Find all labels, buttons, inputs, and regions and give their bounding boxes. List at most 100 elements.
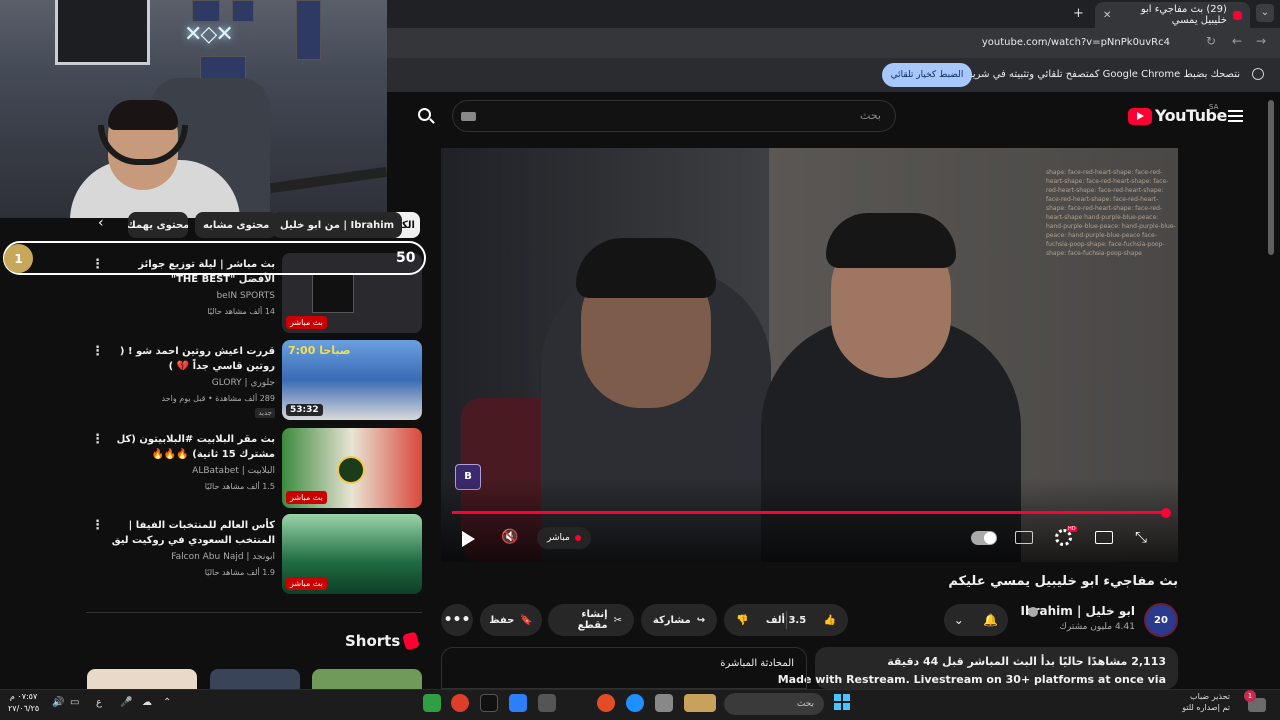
verified-icon <box>1028 607 1038 617</box>
save-button[interactable]: 🔖 حفظ <box>480 604 542 636</box>
video-meta: 1.5 ألف مشاهد حاليًا <box>204 482 275 491</box>
reload-icon[interactable]: ↻ <box>1206 34 1216 48</box>
volume-icon[interactable]: 🔊 <box>52 697 64 708</box>
channel-name[interactable]: البلابيت | ALBatabet <box>192 466 275 476</box>
taskbar-search[interactable]: بحث <box>724 693 824 715</box>
autoplay-toggle[interactable] <box>971 531 997 545</box>
forward-icon[interactable]: ← <box>1232 34 1242 48</box>
edge-icon[interactable] <box>626 694 644 712</box>
video-title[interactable]: قررت اعيش روتين احمد شو ! ( روتين قاسي ج… <box>110 344 275 374</box>
mute-icon[interactable]: 🔇 <box>501 529 518 545</box>
channel-name[interactable]: جلوري | GLORY <box>212 378 275 388</box>
video-title[interactable]: كأس العالم للمنتخبات الفيفا | المنتخب ال… <box>110 518 275 548</box>
video-title[interactable]: بث مقر البلابيت #البلابيتون (كل مشترك 15… <box>110 432 275 462</box>
play-icon[interactable] <box>462 531 475 547</box>
mic-icon[interactable]: 🎤 <box>120 697 132 708</box>
game-thumbnail-icon[interactable] <box>684 694 716 712</box>
more-vert-icon[interactable]: ⋮ <box>91 518 104 533</box>
new-tab-button[interactable]: + <box>1073 6 1084 21</box>
taskbar-app-icon[interactable] <box>509 694 527 712</box>
person-right-hair <box>826 213 956 268</box>
more-vert-icon[interactable]: ⋮ <box>91 432 104 447</box>
list-item[interactable]: بث مباشر كأس العالم للمنتخبات الفيفا | ا… <box>85 514 425 596</box>
share-button[interactable]: ↪ مشاركة <box>641 604 717 636</box>
hd-badge: HD <box>1067 526 1077 532</box>
live-label: مباشر <box>547 533 570 543</box>
theater-mode-icon[interactable] <box>1095 531 1113 544</box>
tiktok-icon[interactable] <box>480 694 498 712</box>
chip-related[interactable]: محتوى مشابه <box>195 212 278 238</box>
channel-avatar[interactable]: 20 <box>1144 603 1178 637</box>
chevron-up-icon[interactable]: ⌃ <box>163 697 171 708</box>
notify-sub: تم إصداره للتو <box>1182 703 1230 712</box>
live-badge: بث مباشر <box>286 316 327 329</box>
webcam-overlay: ✕◇✕ <box>0 0 387 218</box>
video-meta: 14 ألف مشاهد حاليًا <box>207 307 275 316</box>
subtitles-icon[interactable] <box>1015 531 1033 544</box>
youtube-favicon-icon <box>1232 10 1242 20</box>
subscribed-button[interactable]: ⌄ 🔔 <box>944 604 1008 636</box>
tab-search-button[interactable]: ⌄ <box>1256 4 1274 22</box>
windows-start-icon[interactable] <box>834 694 850 710</box>
dislike-icon[interactable]: 👎 <box>736 615 748 626</box>
video-meta: 289 ألف مشاهدة • قبل يوم واحد <box>161 394 275 403</box>
taskbar-app-icon[interactable] <box>538 694 556 712</box>
scrollbar-thumb[interactable] <box>1268 100 1274 255</box>
more-vert-icon[interactable]: ⋮ <box>91 344 104 359</box>
live-indicator[interactable]: مباشر <box>537 527 591 549</box>
clip-label: إنشاء مقطع <box>577 609 608 631</box>
more-actions-button[interactable]: ••• <box>441 604 473 636</box>
video-thumbnail[interactable]: بث مباشر <box>282 514 422 594</box>
url-text[interactable]: youtube.com/watch?v=pNnPk0uvRc4 <box>982 37 1170 48</box>
clip-button[interactable]: ✂ إنشاء مقطع <box>548 604 634 636</box>
taskbar-clock[interactable]: ٠٧:٥٧ م ٢٧/٠٦/٢٥ <box>8 691 39 715</box>
video-thumbnail[interactable]: بث مباشر <box>282 428 422 508</box>
chip-from-channel[interactable]: من ابو خليل | Ibrahim <box>272 212 403 238</box>
search-input[interactable]: بحث <box>452 100 896 132</box>
search-button[interactable] <box>400 100 450 132</box>
file-explorer-icon[interactable] <box>655 694 673 712</box>
address-bar[interactable]: youtube.com/watch?v=pNnPk0uvRc4 <box>387 28 1280 58</box>
shorts-icon <box>402 631 420 651</box>
description-box[interactable]: 2,113 مشاهدًا حاليًا بدأ البث المباشر قب… <box>778 647 1178 689</box>
default-browser-infobar: نتصحك بضبط Google Chrome كمتصفح تلقائي و… <box>387 58 1280 92</box>
person-left-hair <box>576 238 716 298</box>
keyboard-icon[interactable] <box>461 112 476 121</box>
progress-bar[interactable] <box>452 511 1167 514</box>
tab-close-icon[interactable]: ✕ <box>1103 10 1111 21</box>
search-placeholder: بحث <box>860 109 881 122</box>
chevron-left-icon[interactable]: ‹ <box>98 215 104 231</box>
guide-menu-icon[interactable] <box>1228 110 1243 122</box>
set-default-button[interactable]: الضبط كخيار تلقائي <box>882 63 972 87</box>
like-icon[interactable]: 👍 <box>824 615 836 626</box>
browser-tab-active[interactable]: (29) بث مفاجيء ابو خليبيل يمسي ✕ <box>1095 2 1250 28</box>
list-item[interactable]: 7:00 صباحا 53:32 قررت اعيش روتين احمد شو… <box>85 340 425 422</box>
share-label: مشاركة <box>652 614 691 626</box>
short-thumbnail[interactable] <box>312 669 422 689</box>
channel-name[interactable]: beIN SPORTS <box>216 291 275 301</box>
network-icon[interactable]: ▭ <box>70 697 79 708</box>
live-badge: بث مباشر <box>286 491 327 504</box>
language-indicator[interactable]: ع <box>96 697 102 708</box>
taskbar-app-icon[interactable] <box>597 694 615 712</box>
progress-scrubber[interactable] <box>1161 508 1171 518</box>
fullscreen-icon[interactable]: ⤡ <box>1135 528 1147 546</box>
back-icon[interactable]: → <box>1256 34 1266 48</box>
channel-name[interactable]: ابونجد | Falcon Abu Najd <box>171 552 275 562</box>
notification-text[interactable]: تحذير ضباب تم إصداره للتو <box>1182 691 1230 713</box>
live-chat-panel[interactable]: المحادثة المباشرة <box>441 647 807 689</box>
stream-chat-overlay: shape: face-red-heart-shape: face-red-he… <box>1046 169 1176 257</box>
bell-icon: 🔔 <box>983 613 999 627</box>
chip-recommended[interactable]: محتوى يهمك <box>128 212 188 238</box>
chrome-icon[interactable] <box>451 694 469 712</box>
cloud-icon[interactable]: ☁ <box>142 697 152 708</box>
live-badge: بث مباشر <box>286 577 327 590</box>
stream-rank-overlay <box>3 241 426 275</box>
video-title: بث مفاجيء ابو خليبيل يمسي عليكم <box>948 574 1178 589</box>
video-player[interactable]: shape: face-red-heart-shape: face-red-he… <box>441 148 1178 562</box>
taskbar-app-icon[interactable] <box>423 694 441 712</box>
short-thumbnail[interactable] <box>87 669 197 689</box>
list-item[interactable]: بث مباشر بث مقر البلابيت #البلابيتون (كل… <box>85 428 425 510</box>
video-thumbnail[interactable]: 7:00 صباحا 53:32 <box>282 340 422 420</box>
short-thumbnail[interactable] <box>210 669 300 689</box>
